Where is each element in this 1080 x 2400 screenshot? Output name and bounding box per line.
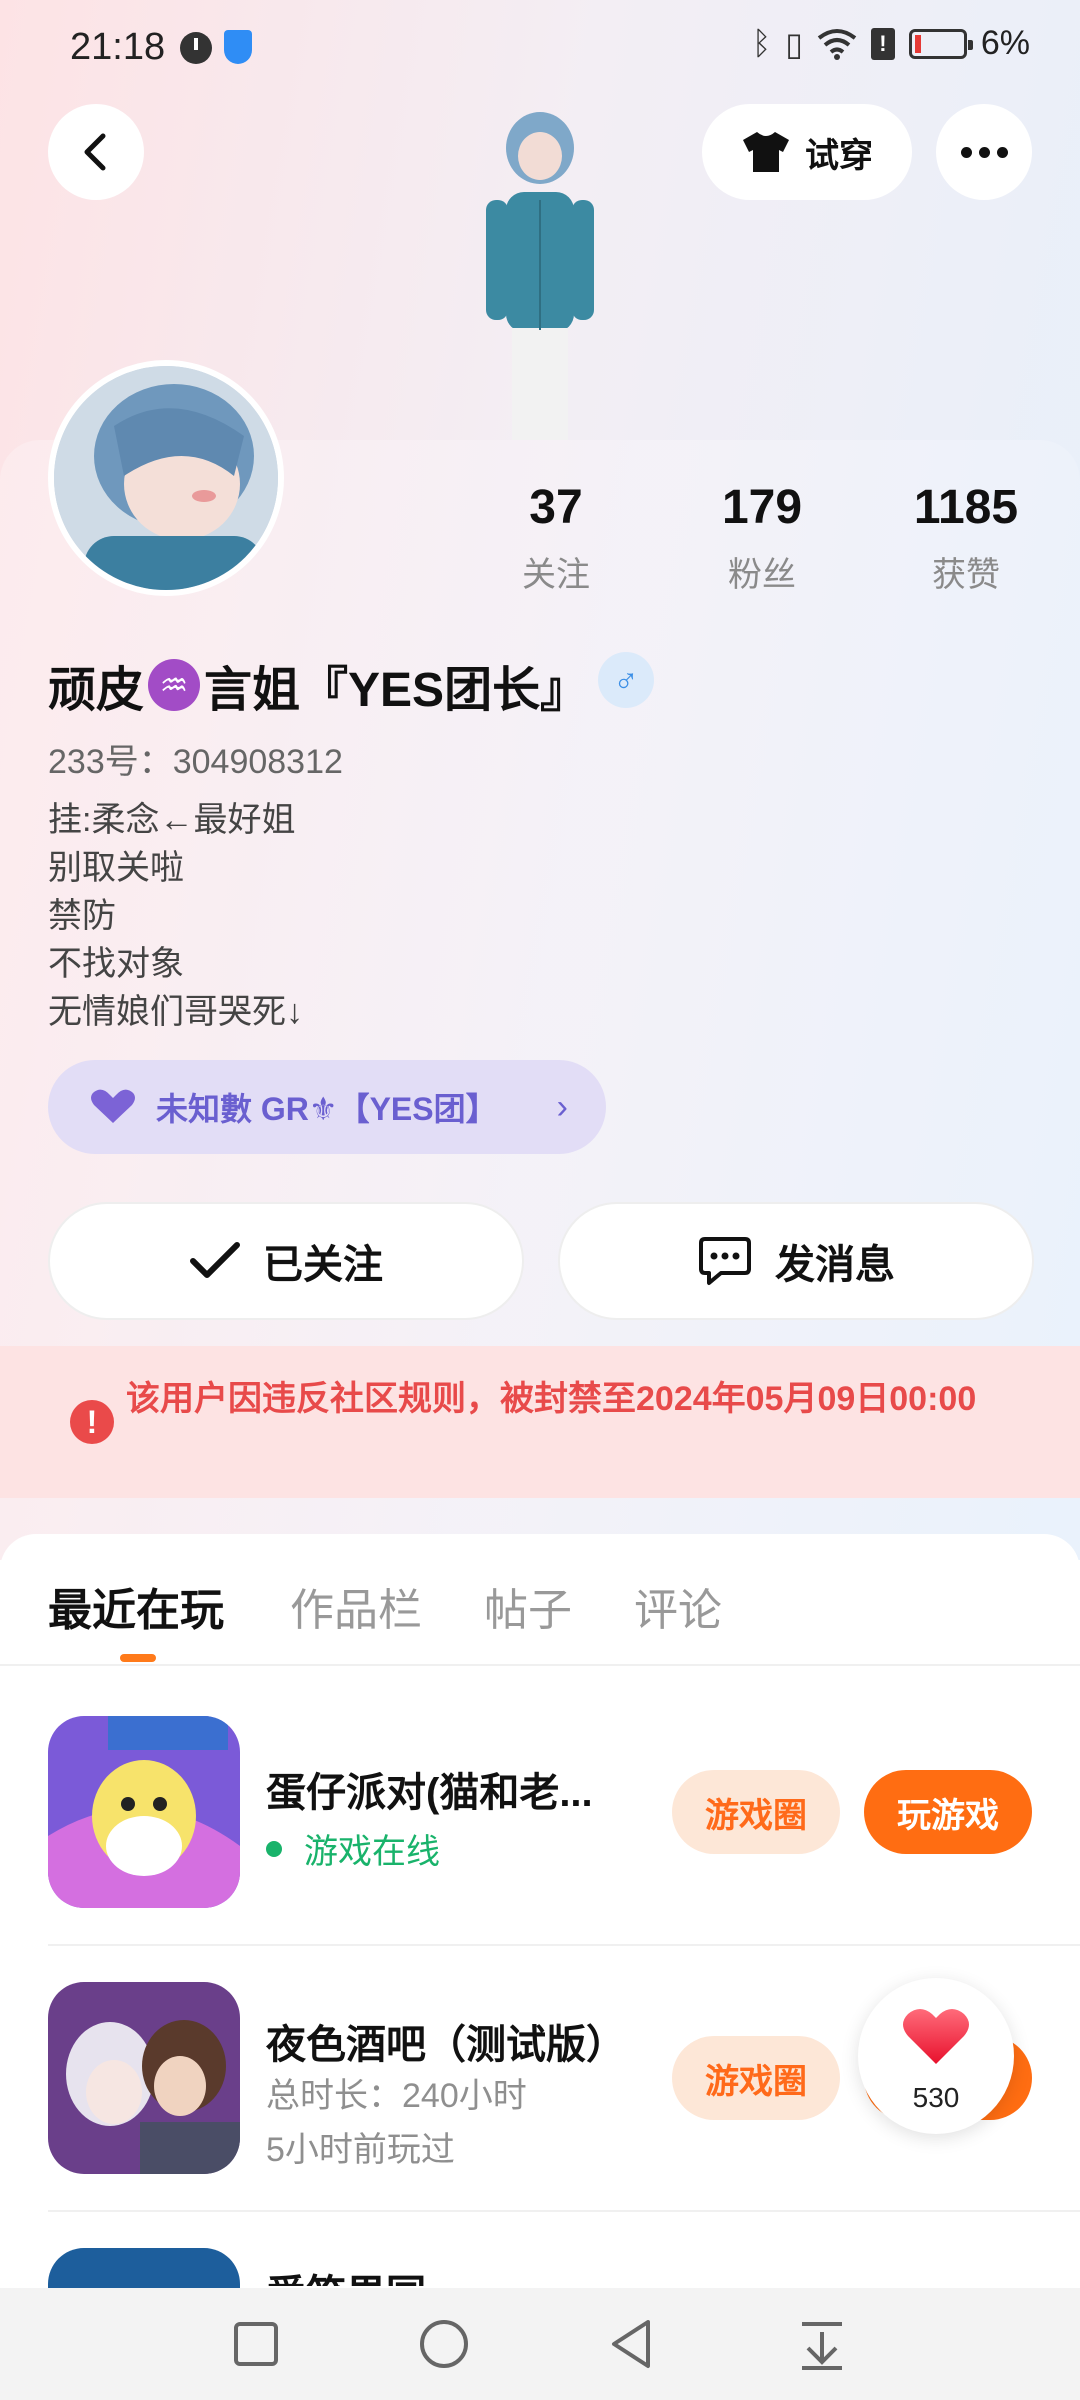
bio-line: 无情娘们哥哭死↓ — [48, 993, 303, 1031]
nickname-part-2: 言姐『YES团长』 — [204, 664, 589, 717]
divider — [48, 1944, 1080, 1946]
stat-following[interactable]: 37 关注 — [456, 480, 656, 596]
group-label: 未知數 GR⚜【YES团】 — [156, 1091, 498, 1127]
fans-count: 179 — [721, 481, 803, 534]
following-label: 关注 — [522, 556, 590, 594]
group-pill[interactable]: 未知數 GR⚜【YES团】 › — [48, 1060, 606, 1154]
game-circle-button[interactable]: 游戏圈 — [672, 1770, 840, 1854]
bio-line: 不找对象 — [48, 945, 184, 983]
status-time: 21:18 — [70, 26, 166, 68]
system-nav-bar — [0, 2288, 1080, 2400]
checkmark-icon — [190, 1242, 240, 1278]
followed-label: 已关注 — [263, 1243, 383, 1287]
chat-bubble-icon — [699, 1237, 751, 1285]
dot-icon — [960, 146, 972, 158]
male-gender-icon: ♂ — [598, 652, 654, 708]
online-dot-icon — [266, 1840, 282, 1857]
dot-icon — [978, 146, 990, 158]
fans-label: 粉丝 — [728, 556, 796, 594]
sim-alert-icon: ! — [870, 27, 895, 60]
like-button[interactable]: 530 — [858, 1978, 1014, 2134]
game-circle-button[interactable]: 游戏圈 — [672, 2036, 840, 2120]
status-bar: 21:18 ᛒ ▯ ! 6% — [0, 0, 1080, 96]
online-status-label: 游戏在线 — [304, 1833, 440, 1871]
chevron-right-icon: › — [556, 1087, 568, 1126]
avatar[interactable] — [48, 360, 284, 596]
heart-icon — [903, 2009, 969, 2064]
game-title: 蛋仔派对(猫和老... — [266, 1771, 593, 1815]
followed-button[interactable]: 已关注 — [48, 1202, 524, 1320]
ban-notice: ! 该用户因违反社区规则，被封禁至2024年05月09日00:00 — [0, 1346, 1080, 1498]
nickname-part-1: 顽皮 — [48, 664, 145, 717]
avatar-figure — [486, 112, 594, 440]
bio-line: 别取关啦 — [48, 849, 184, 887]
shield-icon — [224, 30, 252, 64]
last-played: 5小时前玩过 — [266, 2131, 455, 2169]
game-title: 夜色酒吧（测试版） — [266, 2023, 626, 2067]
likes-count: 1185 — [913, 481, 1019, 534]
tab-recently-played[interactable]: 最近在玩 — [48, 1574, 224, 1638]
game-icon-night-bar — [48, 1982, 240, 2174]
online-status: 游戏在线 — [266, 1824, 440, 1873]
home-icon[interactable] — [416, 2316, 472, 2372]
dot-icon — [996, 146, 1008, 158]
nickname: 顽皮 ♒ 言姐『YES团长』 — [48, 650, 588, 720]
recents-icon[interactable] — [228, 2316, 284, 2372]
total-playtime: 总时长：240小时 — [266, 2077, 527, 2115]
bio: 挂:柔念←最好姐 别取关啦 禁防 不找对象 无情娘们哥哭死↓ — [48, 796, 303, 1036]
game-icon-eggy-party — [48, 1716, 240, 1908]
like-count: 530 — [912, 2082, 960, 2113]
tab-posts[interactable]: 帖子 — [484, 1574, 572, 1638]
game-icon-partial — [48, 2248, 240, 2288]
avatar-image — [54, 366, 278, 590]
bio-line: 禁防 — [48, 897, 116, 935]
stat-likes[interactable]: 1185 获赞 — [866, 480, 1066, 596]
try-on-button[interactable]: 试穿 — [702, 104, 912, 200]
more-options-button[interactable] — [936, 104, 1032, 200]
stat-fans[interactable]: 179 粉丝 — [662, 480, 862, 596]
warning-icon: ! — [70, 1400, 114, 1444]
back-button[interactable] — [48, 104, 144, 200]
play-game-button[interactable]: 玩游戏 — [864, 1770, 1032, 1854]
notification-pulldown-icon[interactable] — [794, 2316, 850, 2372]
tshirt-icon — [743, 132, 789, 172]
tab-comments[interactable]: 评论 — [634, 1574, 722, 1638]
back-nav-icon[interactable] — [604, 2316, 660, 2372]
divider — [0, 1664, 1080, 1666]
game-title: 爱笑果园 — [266, 2262, 426, 2286]
aquarius-icon: ♒ — [148, 659, 201, 711]
tab-indicator — [120, 1654, 156, 1662]
bluetooth-icon: ᛒ — [752, 25, 772, 61]
bio-line: 挂:柔念←最好姐 — [48, 801, 296, 839]
try-on-label: 试穿 — [805, 136, 873, 175]
vibrate-icon: ▯ — [785, 25, 803, 62]
user-id: 233号：304908312 — [48, 743, 343, 781]
message-button[interactable]: 发消息 — [558, 1202, 1034, 1320]
divider — [48, 2210, 1080, 2212]
clock-icon — [180, 32, 212, 64]
ban-text: 该用户因违反社区规则，被封禁至2024年05月09日00:00 — [126, 1380, 977, 1418]
wifi-icon — [817, 28, 857, 60]
following-count: 37 — [529, 481, 583, 534]
battery-percent: 6% — [980, 24, 1030, 62]
message-label: 发消息 — [775, 1243, 895, 1287]
tab-works[interactable]: 作品栏 — [290, 1574, 422, 1638]
heart-group-icon — [91, 1089, 135, 1123]
battery-icon — [908, 28, 973, 59]
likes-label: 获赞 — [932, 556, 1000, 594]
chevron-left-icon — [84, 133, 106, 171]
